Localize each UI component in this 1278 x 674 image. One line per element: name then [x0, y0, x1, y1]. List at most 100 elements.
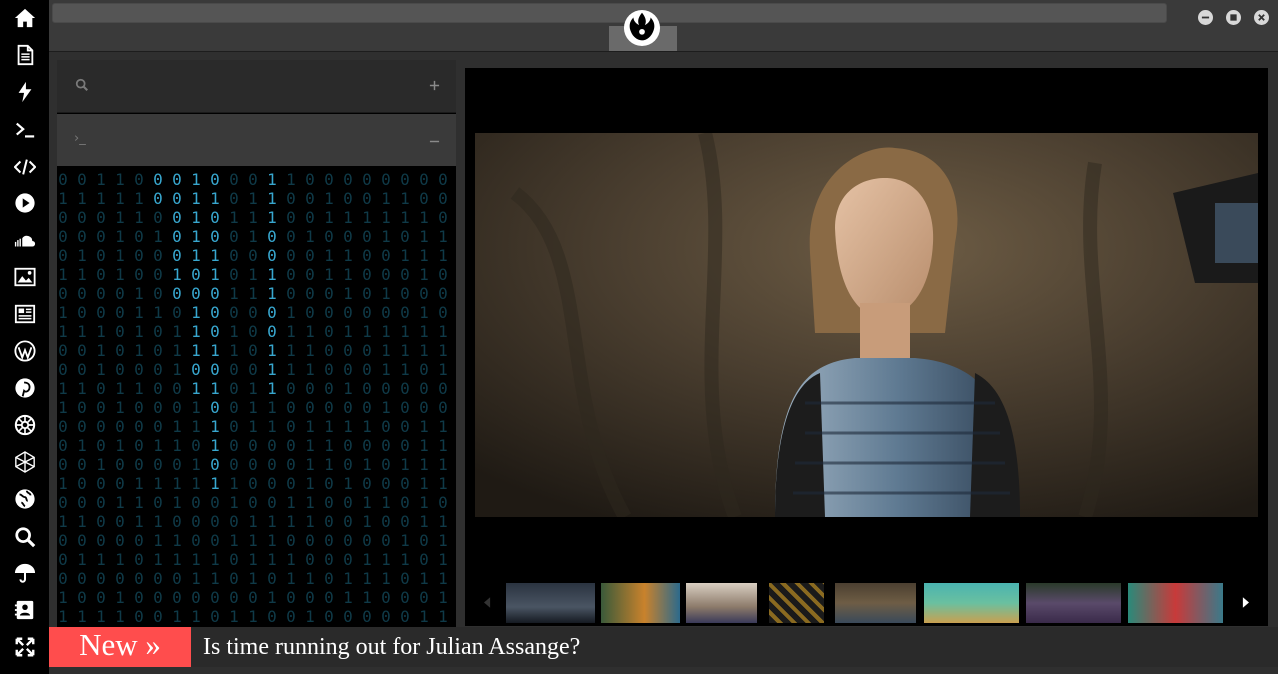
matrix-column: 0010001011000000110100010	[226, 170, 242, 640]
matrix-digit: 1	[115, 265, 125, 284]
matrix-digit: 0	[362, 303, 372, 322]
rebel-alliance-icon[interactable]	[622, 8, 662, 48]
ticker-headline[interactable]: Is time running out for Julian Assange?	[203, 631, 580, 663]
contact-card-icon[interactable]	[12, 597, 38, 623]
woman-hat-thumb[interactable]	[686, 583, 757, 623]
matrix-digit: 1	[134, 474, 144, 493]
matrix-digit: 1	[419, 246, 429, 265]
hexagon-network-icon[interactable]	[12, 449, 38, 475]
matrix-digit: 0	[381, 265, 391, 284]
app-window: ›_ 0100010110011000101000110010011001001…	[0, 0, 1278, 674]
matrix-digit: 1	[305, 227, 315, 246]
matrix-digit: 1	[134, 303, 144, 322]
matrix-digit: 1	[343, 588, 353, 607]
hazard-stripes-thumb[interactable]	[769, 583, 824, 623]
pinterest-icon[interactable]	[12, 375, 38, 401]
matrix-digit: 0	[305, 531, 315, 550]
superhero-group-thumb[interactable]	[506, 583, 595, 623]
cartoon-duck-thumb[interactable]	[601, 583, 680, 623]
matrix-digit: 0	[419, 398, 429, 417]
matrix-column: 1100000011100001000010011	[93, 170, 109, 640]
matrix-digit: 1	[58, 322, 68, 341]
matrix-digit: 1	[419, 436, 429, 455]
search-row[interactable]	[57, 60, 456, 113]
matrix-digit: 1	[191, 341, 201, 360]
minus-icon[interactable]	[429, 135, 440, 151]
matrix-digit: 0	[267, 455, 277, 474]
matrix-digit: 0	[400, 474, 410, 493]
matrix-digit: 0	[229, 398, 239, 417]
search-icon[interactable]	[12, 524, 38, 550]
matrix-digit: 0	[324, 512, 334, 531]
matrix-digit: 0	[153, 455, 163, 474]
matrix-digit: 0	[324, 360, 334, 379]
console-row[interactable]: ›_	[57, 114, 456, 166]
matrix-digit: 0	[172, 398, 182, 417]
matrix-digit: 0	[343, 341, 353, 360]
play-icon[interactable]	[12, 190, 38, 216]
matrix-digit: 1	[58, 303, 68, 322]
matrix-digit: 1	[305, 569, 315, 588]
matrix-digit: 0	[96, 284, 106, 303]
jungle-woman-thumb[interactable]	[1026, 583, 1121, 623]
close-button[interactable]	[1254, 10, 1269, 25]
plus-icon[interactable]	[429, 79, 440, 95]
matrix-column: 0100110001010110100011000	[207, 170, 223, 640]
matrix-digit: 1	[191, 322, 201, 341]
matrix-digit: 1	[229, 208, 239, 227]
matrix-digit: 1	[134, 379, 144, 398]
portrait-thumb[interactable]	[835, 583, 916, 623]
code-icon[interactable]	[12, 154, 38, 180]
matrix-digit: 0	[324, 550, 334, 569]
matrix-digit: 1	[438, 607, 448, 626]
fullscreen-icon[interactable]	[12, 634, 38, 660]
document-icon[interactable]	[12, 42, 38, 68]
matrix-digit: 1	[248, 417, 258, 436]
landscape-thumb[interactable]	[924, 583, 1019, 623]
newspaper-icon[interactable]	[12, 301, 38, 327]
matrix-digit: 1	[438, 455, 448, 474]
umbrella-icon[interactable]	[12, 560, 38, 586]
matrix-column: 0010000010000101011011100	[359, 170, 375, 640]
bolt-icon[interactable]	[12, 79, 38, 105]
red-hair-fantasy-thumb[interactable]	[1128, 583, 1223, 623]
matrix-digit: 1	[438, 341, 448, 360]
matrix-digit: 0	[286, 284, 296, 303]
caret-left-icon[interactable]	[479, 590, 495, 614]
matrix-digit: 1	[343, 265, 353, 284]
matrix-digit: 1	[115, 246, 125, 265]
maximize-button[interactable]	[1226, 10, 1241, 25]
home-icon[interactable]	[12, 5, 38, 31]
portrait-photo[interactable]	[475, 133, 1258, 517]
matrix-digit: 1	[77, 550, 87, 569]
matrix-digit: 1	[229, 531, 239, 550]
matrix-digit: 0	[362, 531, 372, 550]
caret-right-icon[interactable]	[1237, 590, 1253, 614]
terminal-icon[interactable]	[12, 117, 38, 143]
minimize-button[interactable]	[1198, 10, 1213, 25]
globe-icon[interactable]	[12, 486, 38, 512]
soundcloud-icon[interactable]	[12, 228, 38, 254]
matrix-digit: 0	[77, 455, 87, 474]
image-icon[interactable]	[12, 264, 38, 290]
new-badge[interactable]: New »	[49, 627, 191, 667]
galactic-empire-icon[interactable]	[12, 412, 38, 438]
matrix-digit: 1	[191, 455, 201, 474]
matrix-digit: 0	[134, 531, 144, 550]
address-bar[interactable]	[52, 3, 1167, 23]
matrix-digit: 0	[153, 284, 163, 303]
matrix-digit: 0	[362, 341, 372, 360]
matrix-digit: 1	[115, 588, 125, 607]
matrix-digit: 1	[58, 607, 68, 626]
matrix-digit: 0	[153, 379, 163, 398]
matrix-digit: 1	[96, 322, 106, 341]
matrix-digit: 1	[438, 417, 448, 436]
search-icon[interactable]	[75, 78, 89, 96]
wordpress-icon[interactable]	[12, 338, 38, 364]
matrix-digit: 1	[343, 322, 353, 341]
matrix-digit: 0	[267, 474, 277, 493]
matrix-digit: 1	[115, 436, 125, 455]
matrix-digit: 1	[210, 379, 220, 398]
matrix-digit: 0	[400, 588, 410, 607]
matrix-digit: 0	[286, 455, 296, 474]
